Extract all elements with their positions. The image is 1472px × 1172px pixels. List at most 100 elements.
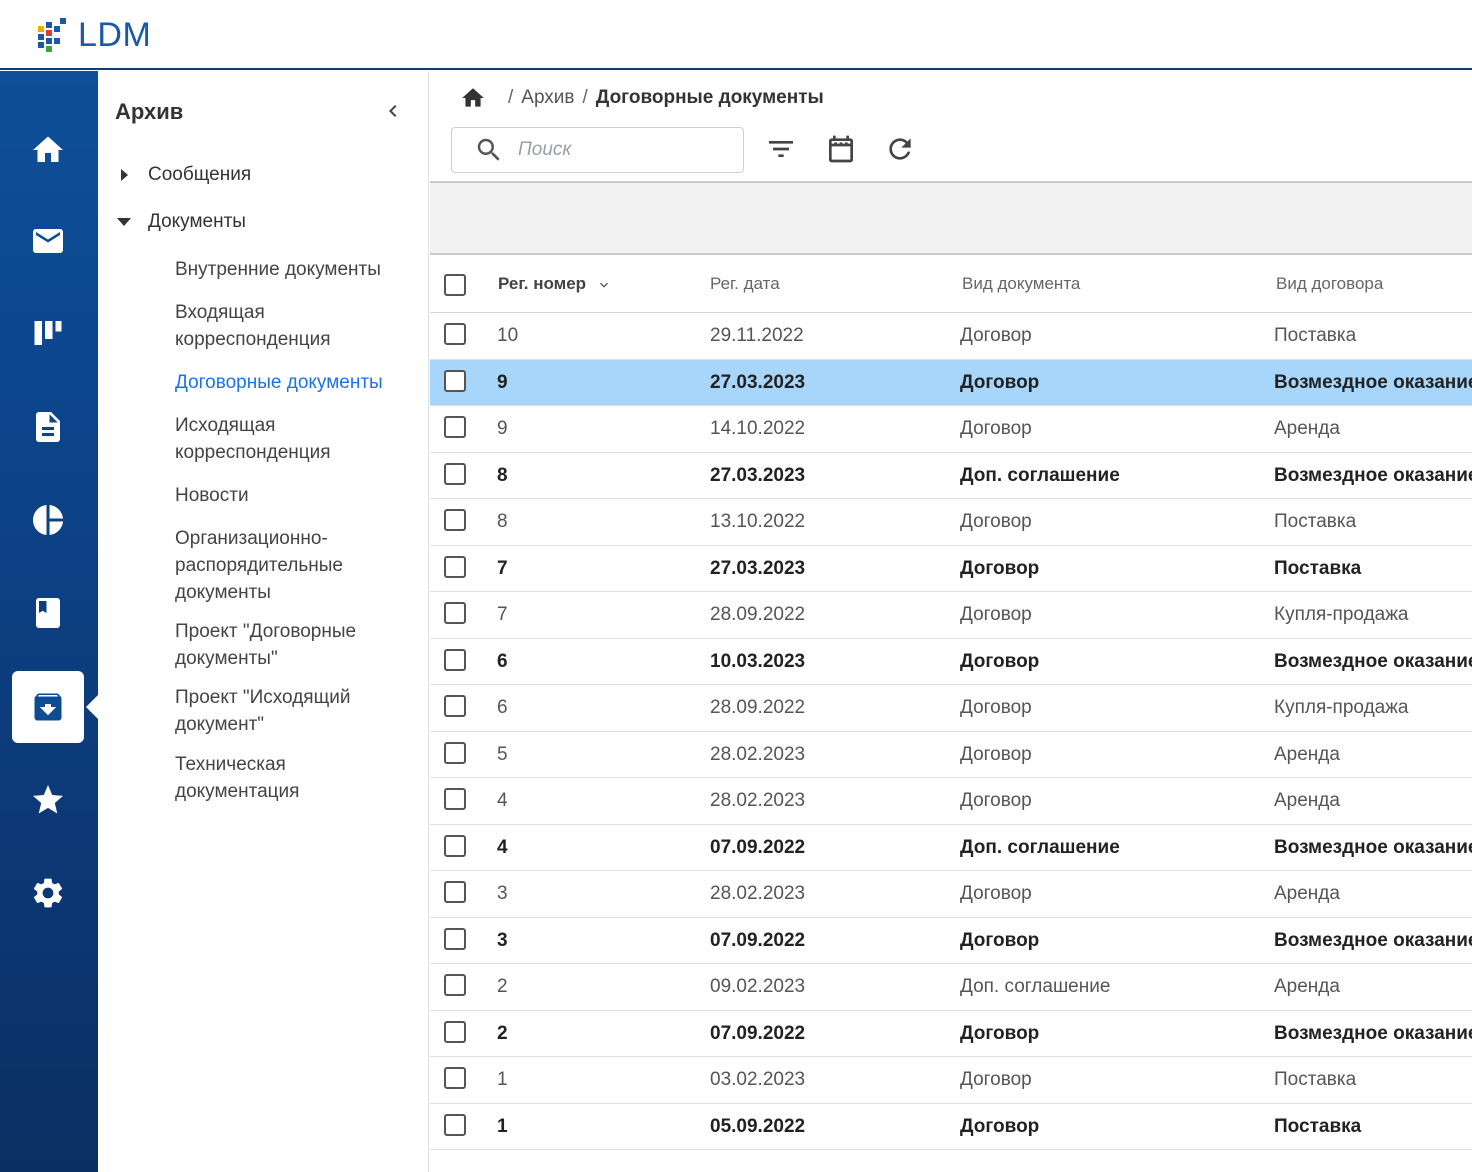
caret-down-icon[interactable] [116,214,132,230]
cell-contract-type: Возмездное оказание [1274,650,1472,672]
cell-doc-type: Договор [960,1115,1040,1137]
table-row[interactable]: 2 07.09.2022 Договор Возмездное оказание [430,1011,1472,1057]
table-row[interactable]: 10 29.11.2022 Договор Поставка [430,313,1472,360]
refresh-button[interactable] [884,133,916,165]
tree-leaf-internal[interactable]: Внутренние документы [175,256,415,283]
cell-doc-type: Договор [960,929,1040,951]
pie-chart-icon [33,505,63,535]
tree-leaf-news[interactable]: Новости [175,482,415,509]
nav-panel-title: Архив [115,99,184,124]
tree-leaf-outgoing[interactable]: Исходящая корреспонденция [175,412,415,466]
table-row[interactable]: 8 13.10.2022 Договор Поставка [430,499,1472,546]
row-checkbox[interactable] [444,369,466,392]
filter-button[interactable] [765,133,797,165]
row-checkbox[interactable] [444,1113,466,1136]
row-checkbox[interactable] [444,881,466,903]
cell-contract-type: Поставка [1274,1069,1357,1090]
app-logo[interactable]: LDM [36,16,151,55]
table-row[interactable]: 4 28.02.2023 Договор Аренда [430,778,1472,825]
tree-leaf-incoming[interactable]: Входящая корреспонденция [175,299,415,353]
rail-favorites-button[interactable] [12,764,84,836]
tree-leaf-project-outgoing[interactable]: Проект "Исходящий документ" [175,684,415,738]
archive-icon [34,693,62,721]
row-checkbox[interactable] [444,1020,466,1043]
table-row[interactable]: 5 28.02.2023 Договор Аренда [430,732,1472,778]
tree-leaf-org-admin[interactable]: Организационно-распорядительные документ… [175,525,415,606]
table-row[interactable]: 7 28.09.2022 Договор Купля-продажа [430,592,1472,639]
cell-reg-number: 9 [497,371,508,393]
column-header-contract-type[interactable]: Вид договора [1276,274,1383,294]
table-row[interactable]: 2 09.02.2023 Доп. соглашение Аренда [430,964,1472,1011]
cell-contract-type: Поставка [1274,1115,1362,1137]
cell-contract-type: Поставка [1274,325,1357,346]
row-checkbox[interactable] [444,509,466,531]
cell-reg-date: 07.09.2022 [710,929,806,951]
row-checkbox[interactable] [444,741,466,764]
search-box[interactable] [451,127,744,173]
table-row[interactable]: 8 27.03.2023 Доп. соглашение Возмездное ока… [430,453,1472,499]
row-checkbox[interactable] [444,834,466,857]
collapse-panel-button[interactable] [381,99,405,123]
table-row[interactable]: 1 05.09.2022 Договор Поставка [430,1104,1472,1150]
cell-contract-type: Аренда [1274,790,1340,811]
cell-doc-type: Договор [960,418,1032,439]
row-checkbox[interactable] [444,927,466,950]
cell-doc-type: Договор [960,557,1040,579]
cell-contract-type: Поставка [1274,511,1357,532]
breadcrumb-current: Договорные документы [595,87,824,108]
cell-reg-number: 4 [497,790,508,811]
cell-contract-type: Возмездное оказание [1274,371,1472,393]
filter-icon [769,141,793,157]
rail-settings-button[interactable] [12,857,84,929]
tree-leaf-project-contracts[interactable]: Проект "Договорные документы" [175,618,415,672]
table-row[interactable]: 7 27.03.2023 Договор Поставка [430,546,1472,592]
rail-document-button[interactable] [12,391,84,463]
table-row[interactable]: 3 28.02.2023 Договор Аренда [430,871,1472,918]
rail-home-button[interactable] [12,114,84,186]
row-checkbox[interactable] [444,788,466,810]
table-row[interactable]: 1 03.02.2023 Договор Поставка [430,1057,1472,1104]
caret-right-icon[interactable] [116,167,132,183]
cell-reg-date: 13.10.2022 [710,511,806,532]
tree-leaf-technical[interactable]: Техническая документация [175,751,415,805]
table-row[interactable]: 4 07.09.2022 Доп. соглашение Возмездное ока… [430,825,1472,871]
calendar-button[interactable] [825,133,857,165]
search-input[interactable] [518,139,718,161]
home-icon[interactable] [460,85,486,111]
rail-archive-button[interactable] [12,671,84,743]
tree-leaf-contracts[interactable]: Договорные документы [175,369,415,396]
table-row[interactable]: 6 10.03.2023 Договор Возмездное оказание [430,639,1472,685]
row-checkbox[interactable] [444,602,466,624]
column-header-reg-date[interactable]: Рег. дата [710,274,780,294]
table-row[interactable]: 9 27.03.2023 Договор Возмездное оказание [430,359,1472,406]
toolbar-band [430,181,1472,255]
rail-mail-button[interactable] [12,205,84,277]
chevron-down-icon[interactable] [596,277,612,293]
row-checkbox[interactable] [444,323,466,345]
tree-node-messages[interactable]: Сообщения [116,164,251,186]
column-header-reg-number[interactable]: Рег. номер [498,274,612,294]
table-header: Рег. номер Рег. дата Вид документа Вид д… [430,257,1472,313]
select-all-checkbox[interactable] [444,274,466,296]
breadcrumb-archive[interactable]: Архив [521,87,574,109]
row-checkbox[interactable] [444,462,466,485]
cell-reg-number: 8 [497,464,508,486]
mail-icon [33,229,63,253]
row-checkbox[interactable] [444,648,466,671]
row-checkbox[interactable] [444,695,466,717]
row-checkbox[interactable] [444,974,466,996]
row-checkbox[interactable] [444,416,466,438]
row-checkbox[interactable] [444,555,466,578]
active-rail-pointer [86,695,98,719]
cell-contract-type: Возмездное оказание [1274,836,1472,858]
rail-board-button[interactable] [12,297,84,369]
rail-reports-button[interactable] [12,484,84,556]
row-checkbox[interactable] [444,1067,466,1089]
column-header-doc-type[interactable]: Вид документа [962,274,1080,294]
rail-library-button[interactable] [12,577,84,649]
table-row[interactable]: 3 07.09.2022 Договор Возмездное оказание [430,918,1472,964]
tree-node-documents[interactable]: Документы [116,211,246,233]
table-row[interactable]: 6 28.09.2022 Договор Купля-продажа [430,685,1472,732]
breadcrumb-separator: / [582,87,588,108]
table-row[interactable]: 9 14.10.2022 Договор Аренда [430,406,1472,453]
